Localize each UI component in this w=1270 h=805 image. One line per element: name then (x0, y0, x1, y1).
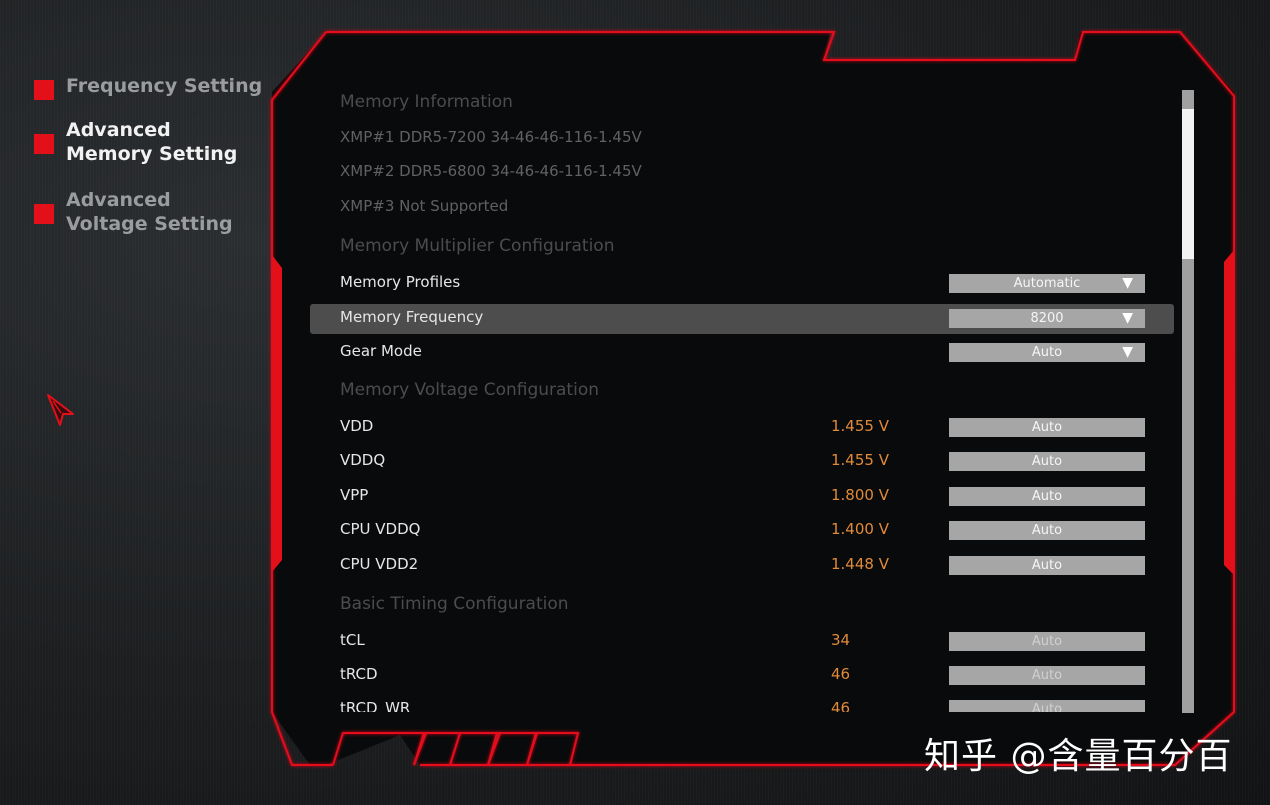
current-value: 1.448 V (831, 555, 889, 573)
setting-label: VDD (340, 417, 374, 435)
sidebar-item-label: Advanced Memory Setting (66, 119, 238, 165)
setting-row-memory-frequency[interactable]: Memory Frequency 8200 ▼ (310, 304, 1174, 334)
sidebar-item-label: Frequency Setting (66, 75, 263, 97)
setting-label: Memory Profiles (340, 273, 461, 291)
setting-row-memory-profiles[interactable]: Memory Profiles Automatic ▼ (310, 269, 1176, 299)
setting-row-vdd[interactable]: VDD 1.455 V Auto (310, 413, 1176, 443)
section-header-memory-multiplier: Memory Multiplier Configuration (310, 234, 1176, 264)
sidebar-item-label: Advanced Voltage Setting (66, 189, 233, 235)
xmp-info-text: XMP#1 DDR5-7200 34-46-46-116-1.45V (340, 128, 642, 146)
section-header-basic-timing: Basic Timing Configuration (310, 592, 1176, 622)
triangle-down-icon: ▼ (1122, 344, 1133, 360)
section-title: Memory Voltage Configuration (340, 380, 600, 400)
dropdown-value: Auto (1031, 345, 1063, 360)
sidebar-item-advanced-voltage-setting[interactable]: Advanced Voltage Setting (34, 188, 264, 236)
memory-profiles-dropdown[interactable]: Automatic ▼ (949, 274, 1145, 293)
sidebar-nav: Frequency Setting Advanced Memory Settin… (34, 74, 264, 258)
section-header-memory-information: Memory Information (310, 90, 1176, 120)
setting-label: Memory Frequency (340, 308, 484, 326)
setting-label: Gear Mode (340, 342, 422, 360)
current-value: 1.455 V (831, 451, 889, 469)
tcl-input[interactable]: Auto (949, 632, 1145, 651)
section-header-memory-voltage: Memory Voltage Configuration (310, 378, 1176, 408)
current-value: 1.800 V (831, 486, 889, 504)
memory-frequency-dropdown[interactable]: 8200 ▼ (949, 309, 1145, 328)
square-bullet-icon (34, 80, 54, 100)
settings-list: Memory Information XMP#1 DDR5-7200 34-46… (310, 88, 1176, 712)
section-title: Memory Multiplier Configuration (340, 236, 615, 256)
xmp-profile-3: XMP#3 Not Supported (310, 193, 1176, 223)
current-value: 34 (831, 631, 851, 649)
xmp-info-text: XMP#2 DDR5-6800 34-46-46-116-1.45V (340, 162, 642, 180)
vddq-input[interactable]: Auto (949, 452, 1145, 471)
setting-row-tcl[interactable]: tCL 34 Auto (310, 627, 1176, 657)
xmp-profile-1: XMP#1 DDR5-7200 34-46-46-116-1.45V (310, 124, 1176, 154)
current-value: 1.400 V (831, 520, 889, 538)
vdd-input[interactable]: Auto (949, 418, 1145, 437)
section-title: Basic Timing Configuration (340, 594, 569, 614)
setting-row-cpu-vdd2[interactable]: CPU VDD2 1.448 V Auto (310, 551, 1176, 581)
setting-row-cpu-vddq[interactable]: CPU VDDQ 1.400 V Auto (310, 516, 1176, 546)
setting-label: CPU VDDQ (340, 520, 421, 538)
current-value: 1.455 V (831, 417, 889, 435)
scrollbar-thumb[interactable] (1182, 109, 1194, 259)
mouse-cursor-icon (47, 394, 74, 426)
gear-mode-dropdown[interactable]: Auto ▼ (949, 343, 1145, 362)
triangle-down-icon: ▼ (1122, 310, 1133, 326)
setting-label: tRCD_WR (340, 699, 411, 712)
square-bullet-icon (34, 134, 54, 154)
sidebar-item-frequency-setting[interactable]: Frequency Setting (34, 74, 264, 100)
setting-label: tCL (340, 631, 365, 649)
current-value: 46 (831, 665, 851, 683)
dropdown-value: 8200 (1030, 311, 1064, 326)
sidebar-item-advanced-memory-setting[interactable]: Advanced Memory Setting (34, 118, 264, 166)
setting-label: CPU VDD2 (340, 555, 419, 573)
cpu-vdd2-input[interactable]: Auto (949, 556, 1145, 575)
trcd-wr-input[interactable]: Auto (949, 700, 1145, 712)
section-title: Memory Information (340, 92, 513, 112)
setting-row-gear-mode[interactable]: Gear Mode Auto ▼ (310, 338, 1176, 368)
xmp-info-text: XMP#3 Not Supported (340, 197, 509, 215)
vpp-input[interactable]: Auto (949, 487, 1145, 506)
square-bullet-icon (34, 204, 54, 224)
watermark-text: 知乎 @含量百分百 (924, 736, 1233, 777)
current-value: 46 (831, 699, 851, 712)
xmp-profile-2: XMP#2 DDR5-6800 34-46-46-116-1.45V (310, 158, 1176, 188)
dropdown-value: Automatic (1013, 276, 1081, 291)
setting-label: VPP (340, 486, 369, 504)
cpu-vddq-input[interactable]: Auto (949, 521, 1145, 540)
setting-label: tRCD (340, 665, 378, 683)
setting-row-vddq[interactable]: VDDQ 1.455 V Auto (310, 447, 1176, 477)
setting-row-trcd-wr[interactable]: tRCD_WR 46 Auto (310, 695, 1176, 712)
setting-label: VDDQ (340, 451, 386, 469)
setting-row-trcd[interactable]: tRCD 46 Auto (310, 661, 1176, 691)
trcd-input[interactable]: Auto (949, 666, 1145, 685)
setting-row-vpp[interactable]: VPP 1.800 V Auto (310, 482, 1176, 512)
scrollbar[interactable] (1182, 90, 1194, 713)
triangle-down-icon: ▼ (1122, 275, 1133, 291)
